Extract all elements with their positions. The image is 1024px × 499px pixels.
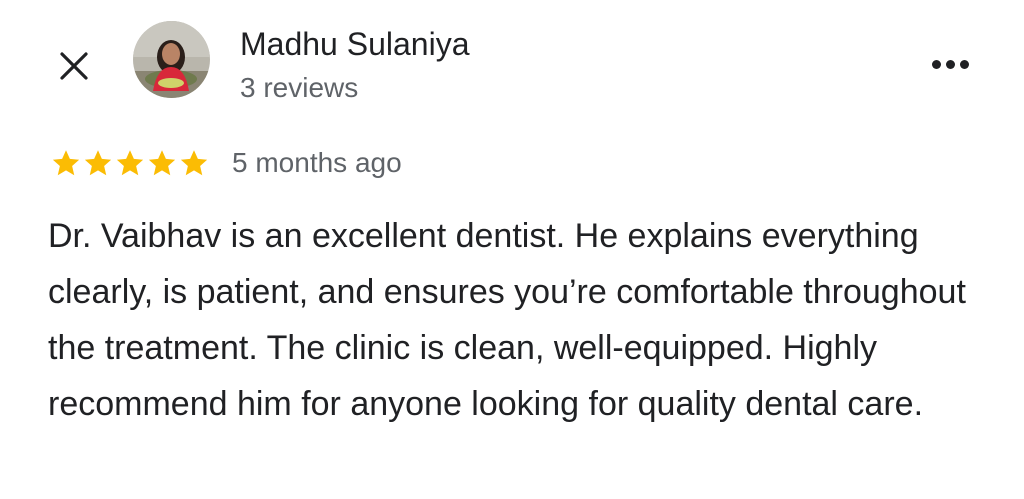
- close-button[interactable]: [52, 44, 96, 88]
- star-rating: [50, 148, 210, 178]
- star-icon: [180, 150, 208, 176]
- star-icon: [116, 150, 144, 176]
- review-panel: Madhu Sulaniya 3 reviews 5 months ago Dr…: [0, 0, 1024, 499]
- avatar[interactable]: [133, 21, 210, 98]
- review-count: 3 reviews: [240, 72, 359, 103]
- star-icon: [52, 150, 80, 176]
- review-time: 5 months ago: [232, 147, 402, 178]
- review-text: Dr. Vaibhav is an excellent dentist. He …: [48, 217, 966, 423]
- reviewer-name[interactable]: Madhu Sulaniya: [240, 24, 469, 64]
- star-icon: [148, 150, 176, 176]
- close-icon: [60, 52, 88, 80]
- more-options-button[interactable]: [920, 44, 980, 84]
- more-horizontal-icon: [931, 59, 941, 69]
- rating-row: 5 months ago: [50, 141, 402, 185]
- star-icon: [84, 150, 112, 176]
